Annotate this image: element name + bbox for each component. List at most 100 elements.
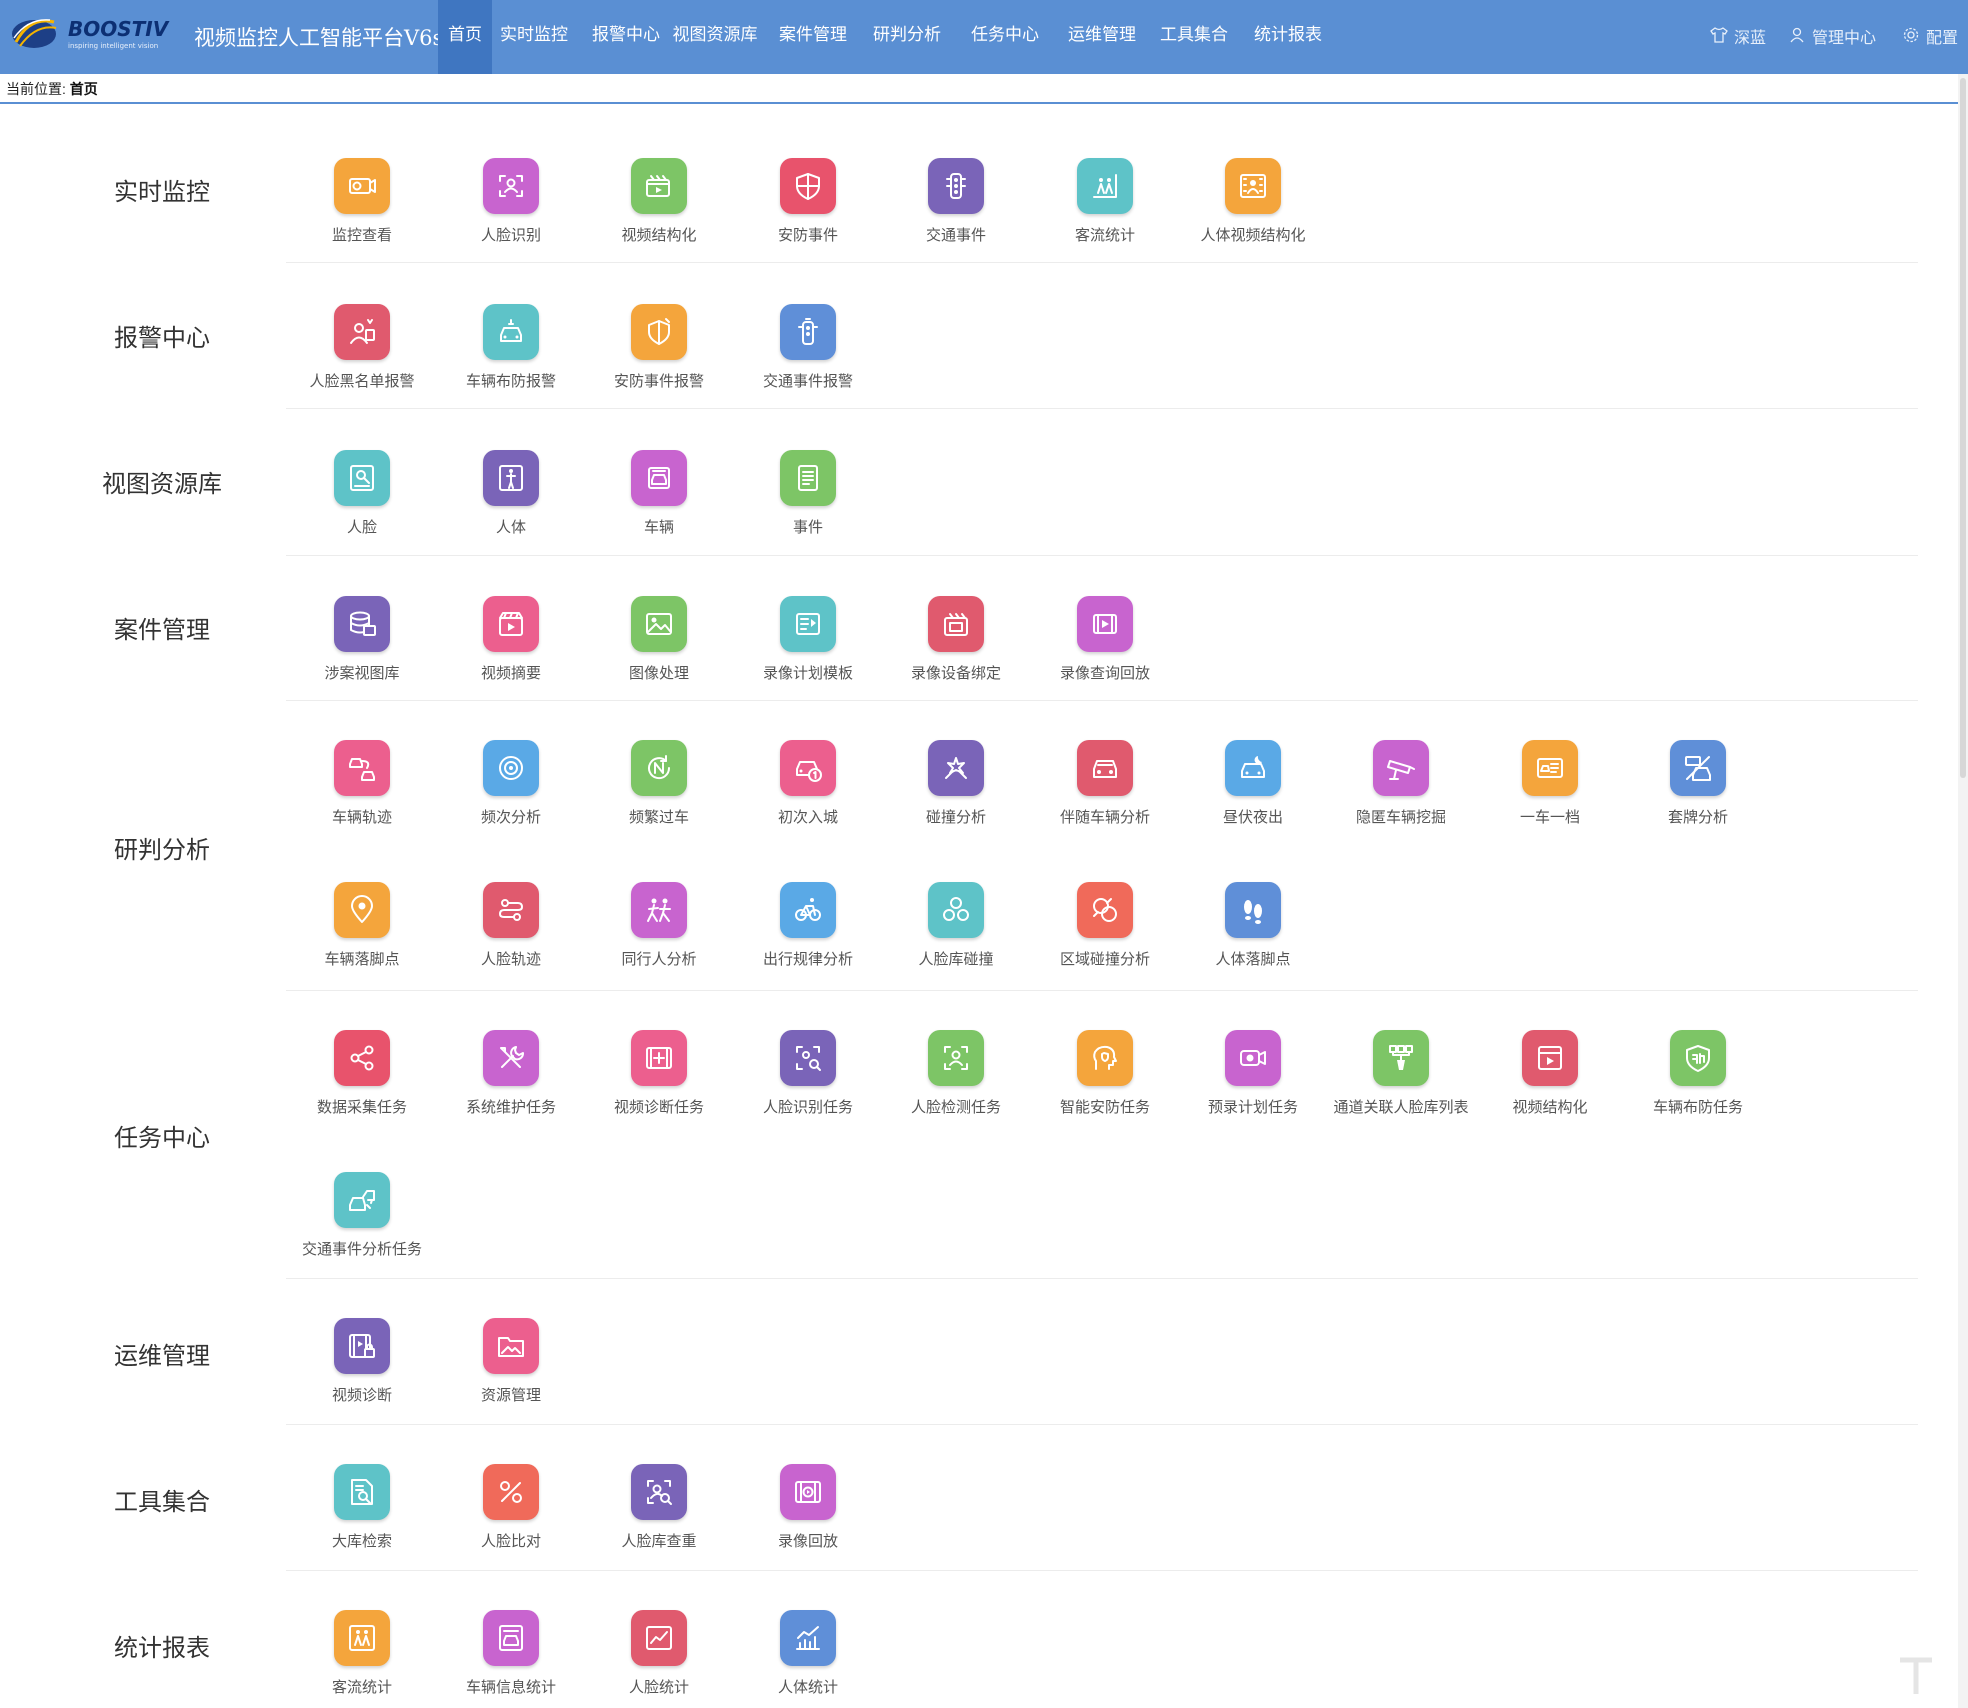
module-tile[interactable]: 录像回放 bbox=[734, 1464, 882, 1572]
module-label: 录像回放 bbox=[777, 1533, 838, 1550]
module-tile[interactable]: 车辆布防报警 bbox=[437, 304, 585, 412]
module-tile[interactable]: 智能安防任务 bbox=[1031, 1030, 1179, 1138]
module-tile[interactable]: 出行规律分析 bbox=[734, 882, 882, 990]
nav-tab-5[interactable]: 研判分析 bbox=[864, 0, 950, 74]
nav-tab-4[interactable]: 案件管理 bbox=[770, 0, 856, 74]
module-tile[interactable]: 一车一档 bbox=[1476, 740, 1624, 848]
module-tile[interactable]: 视频结构化 bbox=[585, 158, 733, 266]
channel-link-icon bbox=[1373, 1030, 1429, 1086]
module-tile[interactable]: 套牌分析 bbox=[1624, 740, 1772, 848]
module-tile[interactable]: 人体 bbox=[437, 450, 585, 558]
nav-tab-9[interactable]: 统计报表 bbox=[1244, 0, 1332, 74]
module-tile[interactable]: 人脸检测任务 bbox=[882, 1030, 1030, 1138]
module-tile[interactable]: 数据采集任务 bbox=[288, 1030, 436, 1138]
shield-alarm-icon bbox=[631, 304, 687, 360]
module-tile[interactable]: 监控查看 bbox=[288, 158, 436, 266]
module-tile[interactable]: 车辆轨迹 bbox=[288, 740, 436, 848]
module-label: 人体落脚点 bbox=[1215, 951, 1291, 968]
person-grid-icon bbox=[1225, 158, 1281, 214]
module-tile[interactable]: 涉案视图库 bbox=[288, 596, 436, 704]
module-tile[interactable]: 录像计划模板 bbox=[734, 596, 882, 704]
module-tile[interactable]: 交通事件分析任务 bbox=[288, 1172, 436, 1280]
list-icon bbox=[780, 450, 836, 506]
module-tile[interactable]: 通道关联人脸库列表 bbox=[1327, 1030, 1475, 1138]
module-label: 人体视频结构化 bbox=[1200, 227, 1306, 244]
module-tile[interactable]: 人脸比对 bbox=[437, 1464, 585, 1572]
module-tile[interactable]: 图像处理 bbox=[585, 596, 733, 704]
gear-icon bbox=[1903, 27, 1919, 43]
module-tile[interactable]: 伴随车辆分析 bbox=[1031, 740, 1179, 848]
module-label: 车辆布防任务 bbox=[1652, 1099, 1743, 1116]
share-nodes-icon bbox=[334, 1030, 390, 1086]
module-tile[interactable]: 初次入城 bbox=[734, 740, 882, 848]
companions-icon bbox=[631, 882, 687, 938]
module-tile[interactable]: 客流统计 bbox=[1031, 158, 1179, 266]
module-tile[interactable]: 碰撞分析 bbox=[882, 740, 1030, 848]
nav-tab-2[interactable]: 报警中心 bbox=[584, 0, 668, 74]
video-record-icon bbox=[1225, 1030, 1281, 1086]
tools-icon bbox=[483, 1030, 539, 1086]
module-tile[interactable]: 交通事件 bbox=[882, 158, 1030, 266]
module-tile[interactable]: 交通事件报警 bbox=[734, 304, 882, 412]
nav-tab-7[interactable]: 运维管理 bbox=[1056, 0, 1148, 74]
module-tile[interactable]: 人脸库碰撞 bbox=[882, 882, 1030, 990]
module-tile[interactable]: 频次分析 bbox=[437, 740, 585, 848]
module-tile[interactable]: 昼伏夜出 bbox=[1179, 740, 1327, 848]
face-stat-icon bbox=[631, 1610, 687, 1666]
admin-center-link[interactable]: 管理中心 bbox=[1788, 24, 1888, 48]
nav-tab-3[interactable]: 视图资源库 bbox=[670, 0, 760, 74]
module-tile[interactable]: 预录计划任务 bbox=[1179, 1030, 1327, 1138]
module-tile[interactable]: 视频结构化 bbox=[1476, 1030, 1624, 1138]
module-tile[interactable]: 安防事件 bbox=[734, 158, 882, 266]
breadcrumb-current[interactable]: 首页 bbox=[70, 81, 98, 97]
section-title: 研判分析 bbox=[114, 836, 210, 864]
module-tile[interactable]: 客流统计 bbox=[288, 1610, 436, 1708]
nav-tab-6[interactable]: 任务中心 bbox=[960, 0, 1050, 74]
module-tile[interactable]: 事件 bbox=[734, 450, 882, 558]
module-tile[interactable]: 录像查询回放 bbox=[1031, 596, 1179, 704]
module-tile[interactable]: 安防事件报警 bbox=[585, 304, 733, 412]
nav-tab-1[interactable]: 实时监控 bbox=[492, 0, 576, 74]
module-tile[interactable]: 频繁过车 bbox=[585, 740, 733, 848]
car-crash-icon bbox=[334, 1172, 390, 1228]
nav-tab-0[interactable]: 首页 bbox=[438, 0, 492, 74]
theme-link[interactable]: 深蓝 bbox=[1710, 24, 1792, 48]
module-tile[interactable]: 人脸识别任务 bbox=[734, 1030, 882, 1138]
module-label: 录像查询回放 bbox=[1059, 665, 1150, 682]
module-tile[interactable]: 人体视频结构化 bbox=[1179, 158, 1327, 266]
module-tile[interactable]: 隐匿车辆挖掘 bbox=[1327, 740, 1475, 848]
module-tile[interactable]: 视频诊断 bbox=[288, 1318, 436, 1426]
section-title: 统计报表 bbox=[114, 1634, 210, 1662]
module-tile[interactable]: 人脸黑名单报警 bbox=[288, 304, 436, 412]
module-tile[interactable]: 视频摘要 bbox=[437, 596, 585, 704]
settings-link[interactable]: 配置 bbox=[1902, 24, 1968, 48]
module-tile[interactable]: 同行人分析 bbox=[585, 882, 733, 990]
body-stat-icon bbox=[780, 1610, 836, 1666]
scrollbar-thumb[interactable] bbox=[1960, 78, 1966, 778]
module-tile[interactable]: 人体统计 bbox=[734, 1610, 882, 1708]
face-detect-icon bbox=[928, 1030, 984, 1086]
module-tile[interactable]: 系统维护任务 bbox=[437, 1030, 585, 1138]
module-tile[interactable]: 车辆落脚点 bbox=[288, 882, 436, 990]
boostiv-logo[interactable]: BOOSTIV inspiring intelligent vision bbox=[10, 12, 186, 56]
module-tile[interactable]: 人脸识别 bbox=[437, 158, 585, 266]
module-tile[interactable]: 人脸统计 bbox=[585, 1610, 733, 1708]
module-tile[interactable]: 视频诊断任务 bbox=[585, 1030, 733, 1138]
module-tile[interactable]: 区域碰撞分析 bbox=[1031, 882, 1179, 990]
template-icon bbox=[780, 596, 836, 652]
module-label: 套牌分析 bbox=[1667, 809, 1728, 826]
module-tile[interactable]: 人体落脚点 bbox=[1179, 882, 1327, 990]
breadcrumb-prefix: 当前位置: bbox=[6, 81, 66, 97]
module-tile[interactable]: 车辆布防任务 bbox=[1624, 1030, 1772, 1138]
module-tile[interactable]: 人脸 bbox=[288, 450, 436, 558]
module-tile[interactable]: 资源管理 bbox=[437, 1318, 585, 1426]
module-tile[interactable]: 人脸轨迹 bbox=[437, 882, 585, 990]
area-collision-icon bbox=[1077, 882, 1133, 938]
module-tile[interactable]: 车辆信息统计 bbox=[437, 1610, 585, 1708]
nav-tab-8[interactable]: 工具集合 bbox=[1150, 0, 1238, 74]
module-tile[interactable]: 车辆 bbox=[585, 450, 733, 558]
module-tile[interactable]: 大库检索 bbox=[288, 1464, 436, 1572]
vertical-scrollbar[interactable] bbox=[1958, 74, 1968, 1708]
module-tile[interactable]: 录像设备绑定 bbox=[882, 596, 1030, 704]
module-tile[interactable]: 人脸库查重 bbox=[585, 1464, 733, 1572]
